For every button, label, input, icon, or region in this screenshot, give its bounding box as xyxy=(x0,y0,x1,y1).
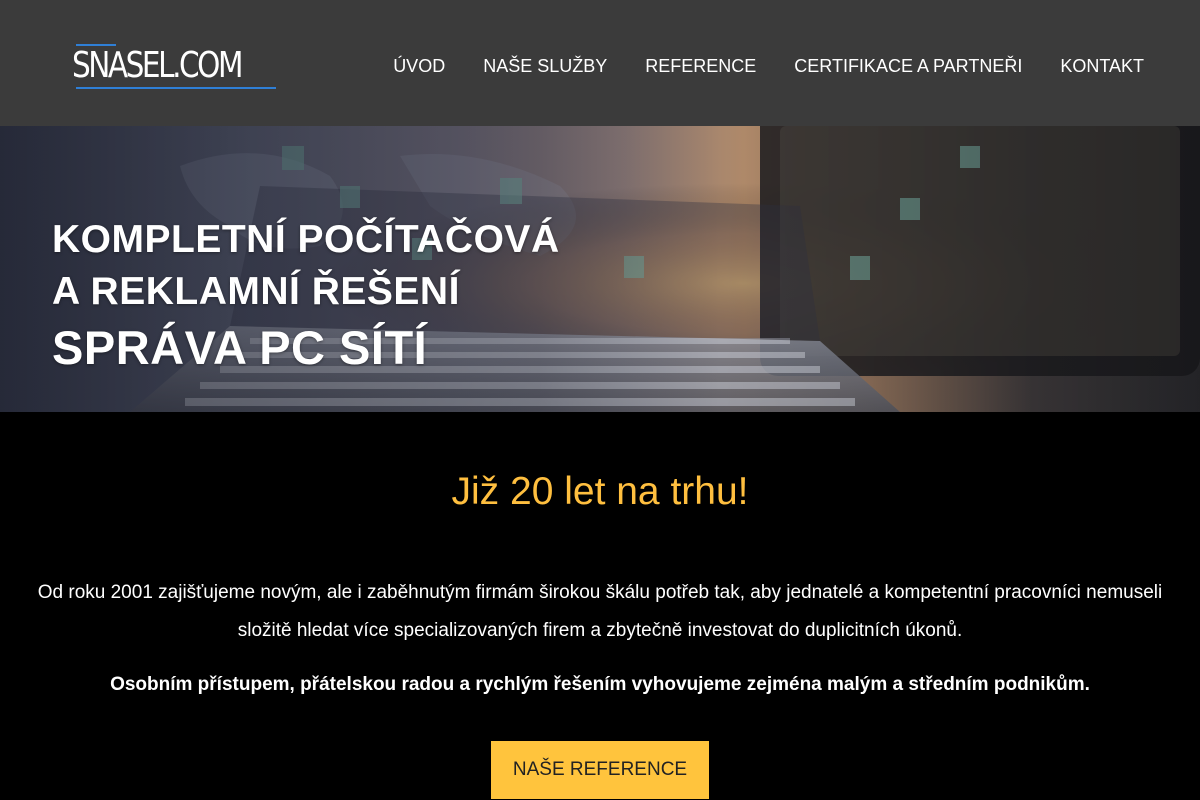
nav-item-kontakt[interactable]: KONTAKT xyxy=(1060,54,1144,78)
site-header: SNASEL.COM ÚVOD NAŠE SLUŽBY REFERENCE CE… xyxy=(0,0,1200,126)
hero-line-1: KOMPLETNÍ POČÍTAČOVÁ xyxy=(52,218,560,261)
logo-text: SNASEL.COM xyxy=(72,45,243,86)
hero-banner: KOMPLETNÍ POČÍTAČOVÁ A REKLAMNÍ ŘEŠENÍ S… xyxy=(0,126,1200,412)
nav-item-certifikace[interactable]: CERTIFIKACE A PARTNEŘI xyxy=(794,54,1022,78)
logo-underline xyxy=(76,87,276,89)
site-logo[interactable]: SNASEL.COM xyxy=(72,40,278,92)
hero-heading: KOMPLETNÍ POČÍTAČOVÁ A REKLAMNÍ ŘEŠENÍ S… xyxy=(52,214,560,378)
main-content: Již 20 let na trhu! Od roku 2001 zajišťu… xyxy=(0,412,1200,800)
intro-paragraph-bold: Osobním přístupem, přátelskou radou a ry… xyxy=(110,674,1090,695)
nav-item-reference[interactable]: REFERENCE xyxy=(645,54,756,78)
main-nav: ÚVOD NAŠE SLUŽBY REFERENCE CERTIFIKACE A… xyxy=(393,54,1144,78)
intro-paragraph: Od roku 2001 zajišťujeme novým, ale i za… xyxy=(37,582,1163,641)
hero-line-3: SPRÁVA PC SÍTÍ xyxy=(52,321,428,374)
nav-item-uvod[interactable]: ÚVOD xyxy=(393,54,445,78)
references-button[interactable]: NAŠE REFERENCE xyxy=(491,741,709,799)
hero-line-2: A REKLAMNÍ ŘEŠENÍ xyxy=(52,270,460,313)
section-headline: Již 20 let na trhu! xyxy=(451,470,749,513)
nav-item-sluzby[interactable]: NAŠE SLUŽBY xyxy=(483,54,607,78)
